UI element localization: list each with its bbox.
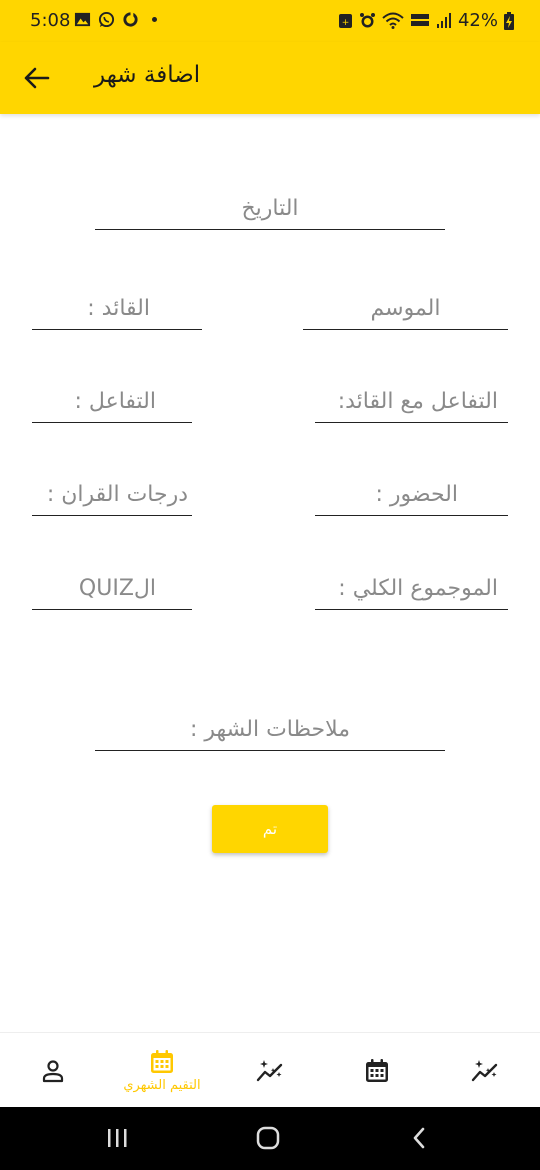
back-nav-icon[interactable]: [409, 1125, 429, 1151]
app-bar: اضافة شهر: [0, 42, 540, 114]
interaction-field[interactable]: التفاعل :: [32, 383, 192, 423]
status-bar: 5:08 + 42%: [0, 0, 540, 42]
battery-percentage: 42%: [457, 10, 498, 31]
nav-item-calendar[interactable]: [352, 1033, 402, 1108]
nav-label-monthly-evaluation: التقيم الشهري: [123, 1077, 201, 1093]
season-field[interactable]: الموسم: [303, 290, 508, 330]
page-title: اضافة شهر: [94, 62, 201, 88]
quiz-placeholder: الQUIZ: [78, 576, 156, 601]
total-field[interactable]: الموجموع الكلي :: [315, 570, 508, 610]
sparkle-trend-icon: [471, 1059, 498, 1081]
quran-grades-placeholder: درجات القران :: [46, 482, 188, 507]
season-placeholder: الموسم: [370, 296, 441, 321]
notification-icons: [74, 11, 157, 28]
home-icon[interactable]: [255, 1125, 281, 1151]
leader-placeholder: القائد :: [87, 296, 150, 321]
leader-interaction-placeholder: التفاعل مع القائد:: [337, 389, 498, 414]
notes-field[interactable]: ملاحظات الشهر :: [95, 711, 445, 751]
date-field[interactable]: التاريخ: [95, 190, 445, 230]
arrow-left-icon[interactable]: [20, 62, 52, 94]
system-navigation-bar: [0, 1107, 540, 1170]
person-icon: [42, 1059, 64, 1082]
svg-text:+: +: [342, 18, 350, 28]
battery-charging-icon: [504, 11, 514, 30]
leader-interaction-field[interactable]: التفاعل مع القائد:: [315, 383, 508, 423]
date-placeholder: التاريخ: [241, 196, 299, 221]
recent-apps-icon[interactable]: [106, 1125, 128, 1151]
status-time: 5:08: [30, 10, 71, 31]
interaction-placeholder: التفاعل :: [74, 389, 156, 414]
gallery-icon: [74, 12, 91, 27]
nav-item-trend-2[interactable]: [460, 1033, 510, 1108]
notes-placeholder: ملاحظات الشهر :: [189, 717, 351, 742]
calendar-icon: [151, 1049, 173, 1073]
nav-item-monthly-evaluation[interactable]: التقيم الشهري: [112, 1033, 212, 1108]
sparkle-trend-icon: [256, 1059, 283, 1081]
signal-icon: [436, 13, 451, 28]
whatsapp-icon: [98, 11, 115, 28]
leader-field[interactable]: القائد :: [32, 290, 202, 330]
wifi-icon: [382, 12, 404, 29]
system-status-icons: + 42%: [338, 10, 514, 31]
bottom-nav: التقيم الشهري: [0, 1032, 540, 1107]
sync-icon: [123, 11, 138, 27]
nav-item-trend-1[interactable]: [245, 1033, 295, 1108]
nav-item-profile[interactable]: [28, 1033, 78, 1108]
calendar-icon: [366, 1058, 388, 1082]
attendance-placeholder: الحضور :: [375, 482, 459, 507]
total-placeholder: الموجموع الكلي :: [338, 576, 498, 601]
status-dot: [152, 17, 157, 22]
volte-lte-icon: [410, 14, 429, 26]
battery-saver-icon: +: [338, 14, 352, 28]
submit-button[interactable]: تم: [212, 805, 328, 853]
alarm-icon: [359, 13, 375, 28]
quiz-field[interactable]: الQUIZ: [32, 570, 192, 610]
quran-grades-field[interactable]: درجات القران :: [32, 476, 192, 516]
attendance-field[interactable]: الحضور :: [315, 476, 508, 516]
